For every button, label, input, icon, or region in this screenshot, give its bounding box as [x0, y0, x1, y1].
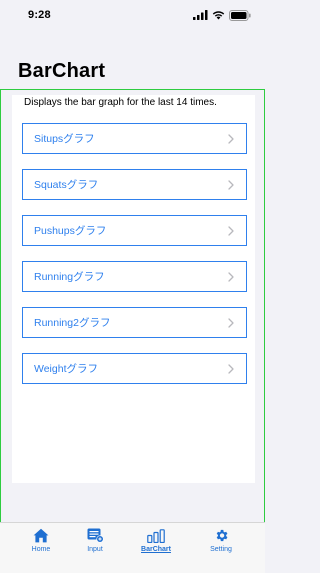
chart-item-situps[interactable]: Situpsグラフ: [22, 123, 247, 154]
status-bar: 9:28: [0, 0, 265, 34]
chevron-right-icon: [228, 134, 234, 144]
chart-item-pushups[interactable]: Pushupsグラフ: [22, 215, 247, 246]
tab-setting[interactable]: Setting: [193, 527, 249, 557]
battery-icon: [229, 9, 251, 21]
chart-item-label: Runningグラフ: [34, 271, 105, 283]
chart-item-label: Pushupsグラフ: [34, 225, 107, 237]
chevron-right-icon: [228, 364, 234, 374]
bar-chart-icon: [147, 527, 165, 544]
tab-label: Input: [87, 546, 103, 553]
chart-item-label: Situpsグラフ: [34, 133, 95, 145]
chevron-right-icon: [228, 180, 234, 190]
gear-icon: [214, 527, 229, 544]
page-title: BarChart: [18, 60, 106, 82]
tab-home[interactable]: Home: [13, 527, 69, 557]
chevron-right-icon: [228, 318, 234, 328]
description-text: Displays the bar graph for the last 14 t…: [24, 97, 217, 108]
tab-label: Home: [31, 546, 51, 553]
chevron-right-icon: [228, 226, 234, 236]
tab-label: Setting: [210, 546, 232, 553]
status-time: 9:28: [28, 9, 51, 21]
content-frame: Displays the bar graph for the last 14 t…: [0, 89, 265, 522]
chart-list-card: Displays the bar graph for the last 14 t…: [12, 95, 255, 483]
chart-item-squats[interactable]: Squatsグラフ: [22, 169, 247, 200]
chart-item-running2[interactable]: Running2グラフ: [22, 307, 247, 338]
input-icon: [87, 527, 104, 544]
status-icons: [193, 9, 251, 21]
chart-item-label: Running2グラフ: [34, 317, 111, 329]
tab-barchart[interactable]: BarChart: [128, 527, 184, 557]
chart-item-label: Weightグラフ: [34, 363, 98, 375]
house-icon: [33, 527, 49, 544]
tab-bar: Home Input BarChart Setting: [0, 522, 265, 573]
tab-input[interactable]: Input: [67, 527, 123, 557]
chart-item-label: Squatsグラフ: [34, 179, 99, 191]
chart-item-weight[interactable]: Weightグラフ: [22, 353, 247, 384]
signal-icon: [193, 10, 208, 20]
chevron-right-icon: [228, 272, 234, 282]
wifi-icon: [212, 11, 225, 20]
chart-item-running[interactable]: Runningグラフ: [22, 261, 247, 292]
tab-label: BarChart: [141, 546, 171, 553]
